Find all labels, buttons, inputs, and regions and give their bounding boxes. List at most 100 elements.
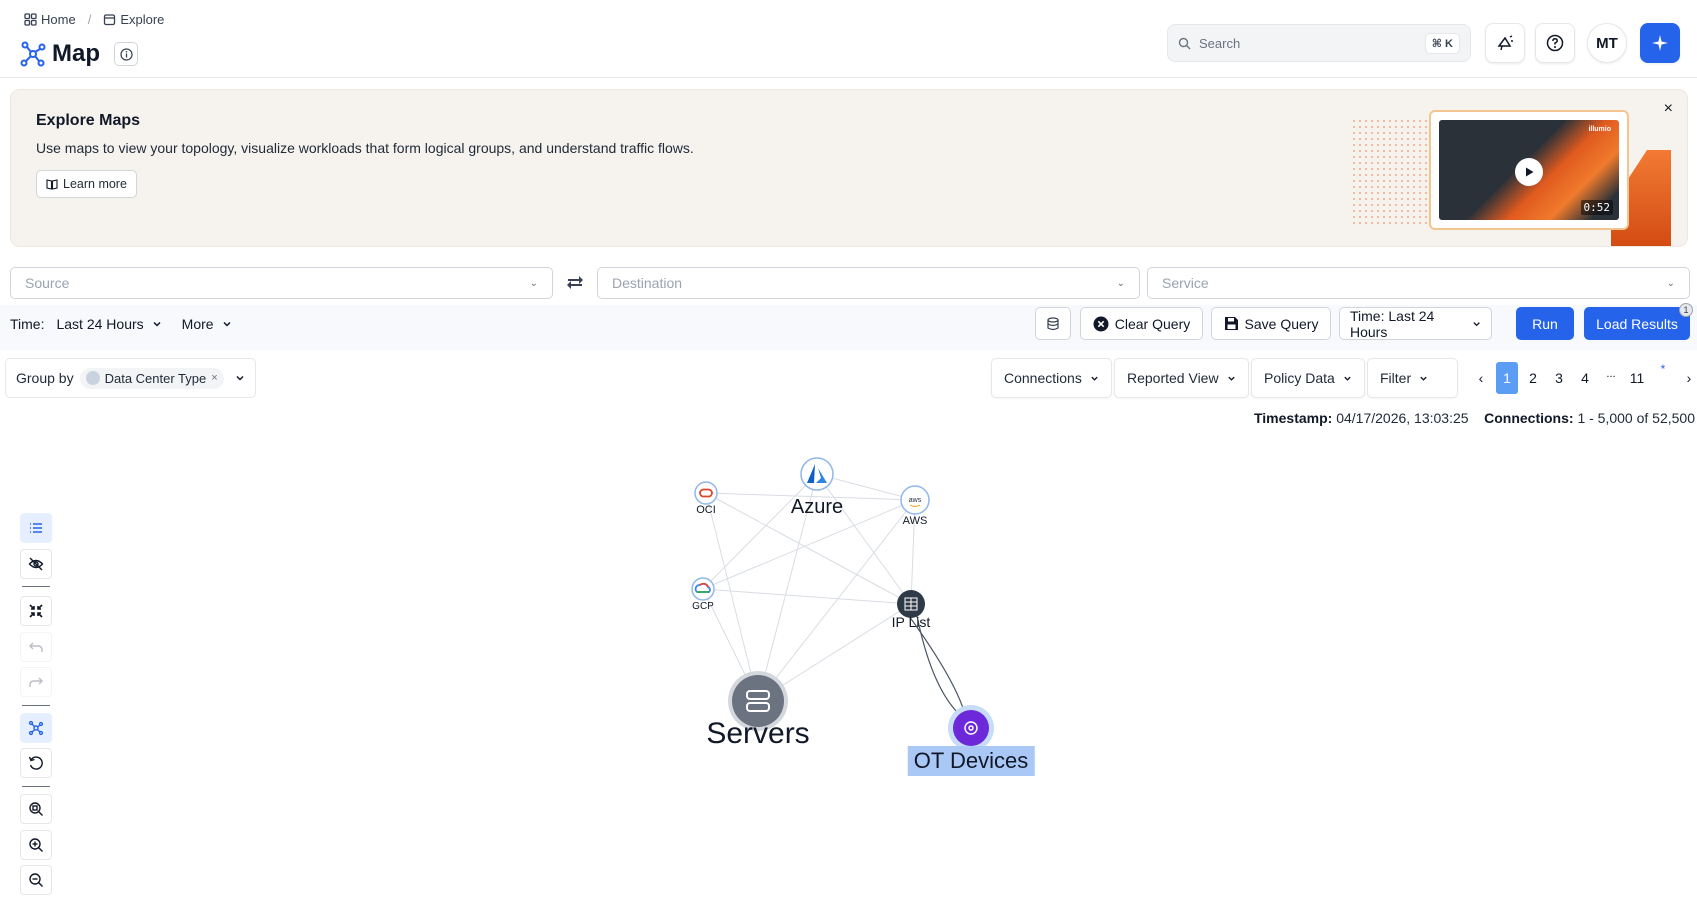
page-11[interactable]: 11 xyxy=(1626,362,1648,394)
map-node-ot[interactable] xyxy=(948,705,994,751)
aws-glyph: aws xyxy=(909,497,922,504)
reported-view-dropdown[interactable]: Reported View xyxy=(1114,358,1249,398)
chevron-down-icon: ⌄ xyxy=(1116,277,1125,289)
explore-maps-banner: Explore Maps Use maps to view your topol… xyxy=(10,89,1688,247)
map-edge[interactable] xyxy=(702,473,818,590)
chevron-down-icon: ⌄ xyxy=(529,277,538,289)
map-edge-ip-ot[interactable] xyxy=(916,615,958,713)
map-node-label-gcp[interactable]: GCP xyxy=(692,601,714,612)
map-node-label-ot[interactable]: OT Devices xyxy=(907,746,1035,776)
map-node-aws[interactable]: aws xyxy=(900,485,930,515)
map-edge-ip-ot[interactable] xyxy=(908,615,964,709)
policy-data-dropdown[interactable]: Policy Data xyxy=(1251,358,1365,398)
close-icon[interactable]: × xyxy=(1664,100,1673,118)
search-icon xyxy=(1178,37,1191,49)
breadcrumb: Home / Explore xyxy=(24,12,164,27)
time-filter-row: Time: Last 24 Hours More xyxy=(10,316,232,332)
load-results-label: Load Results xyxy=(1596,315,1678,332)
pagination-prev[interactable]: ‹ xyxy=(1470,362,1492,394)
time-range-value: Last 24 Hours xyxy=(56,316,144,332)
info-icon xyxy=(119,47,133,61)
map-canvas[interactable]: aws xyxy=(0,440,1697,906)
ai-assistant-button[interactable] xyxy=(1640,23,1680,63)
chip-remove-icon[interactable]: × xyxy=(211,372,217,384)
group-by-label: Group by xyxy=(16,370,74,386)
service-select[interactable]: Service ⌄ xyxy=(1147,267,1690,299)
run-button[interactable]: Run xyxy=(1516,307,1574,340)
swap-icon[interactable] xyxy=(565,272,585,297)
group-by-select[interactable]: Group by Data Center Type × xyxy=(5,358,256,398)
source-select[interactable]: Source ⌄ xyxy=(10,267,553,299)
video-thumbnail[interactable]: illumio 0:52 xyxy=(1429,110,1629,230)
load-results-badge: 1 xyxy=(1679,303,1693,317)
map-node-label-iplist[interactable]: IP List xyxy=(892,614,931,630)
learn-more-button[interactable]: Learn more xyxy=(36,170,137,198)
map-edge[interactable] xyxy=(705,492,759,702)
pagination-star: * xyxy=(1660,362,1666,376)
map-node-oci[interactable] xyxy=(694,481,718,505)
page-2[interactable]: 2 xyxy=(1522,362,1544,394)
filter-label: Filter xyxy=(1380,370,1412,386)
time-range-dropdown[interactable]: Last 24 Hours xyxy=(56,316,161,332)
connections-dropdown[interactable]: Connections xyxy=(991,358,1112,398)
breadcrumb-separator: / xyxy=(87,12,92,27)
header-divider xyxy=(0,77,1697,78)
connections-count-value: 1 - 5,000 of 52,500 xyxy=(1577,410,1695,426)
map-node-label-azure[interactable]: Azure xyxy=(791,496,843,519)
sparkle-icon xyxy=(1652,35,1668,51)
page-info-button[interactable] xyxy=(114,42,138,66)
search-input[interactable]: Search ⌘ K xyxy=(1167,24,1471,62)
timestamp-value: 04/17/2026, 13:03:25 xyxy=(1336,410,1469,426)
clear-query-label: Clear Query xyxy=(1114,315,1191,332)
map-node-label-aws[interactable]: AWS xyxy=(903,515,928,527)
time-range-button[interactable]: Time: Last 24 Hours xyxy=(1339,307,1492,340)
destination-placeholder: Destination xyxy=(612,275,683,291)
map-edge[interactable] xyxy=(816,473,912,605)
video-frame: illumio 0:52 xyxy=(1439,120,1619,220)
page-4[interactable]: 4 xyxy=(1574,362,1596,394)
book-icon xyxy=(46,179,58,190)
connections-label: Connections xyxy=(1004,370,1082,386)
clear-icon xyxy=(1093,316,1109,331)
megaphone-icon xyxy=(1497,35,1513,51)
source-placeholder: Source xyxy=(25,275,70,291)
connections-count-label: Connections: xyxy=(1484,410,1574,426)
group-by-chip: Data Center Type × xyxy=(79,367,224,389)
map-icon xyxy=(20,41,46,67)
map-edge[interactable] xyxy=(702,588,912,605)
more-dropdown[interactable]: More xyxy=(182,316,232,332)
more-label: More xyxy=(181,316,214,332)
pagination: ‹ 1 2 3 4 ... 11 * › xyxy=(1470,362,1697,394)
map-node-azure[interactable] xyxy=(800,457,834,491)
page-title: Map xyxy=(52,40,100,67)
help-button[interactable] xyxy=(1535,23,1575,63)
map-edge[interactable] xyxy=(757,499,916,702)
reported-view-label: Reported View xyxy=(1127,370,1219,386)
chevron-down-icon xyxy=(1473,321,1480,326)
map-node-label-oci[interactable]: OCI xyxy=(696,504,716,516)
load-results-button[interactable]: Load Results 1 xyxy=(1584,303,1693,340)
chevron-down-icon xyxy=(153,321,161,327)
filter-dropdown[interactable]: Filter xyxy=(1367,358,1458,398)
breadcrumb-explore-label: Explore xyxy=(120,12,165,27)
play-icon[interactable] xyxy=(1515,158,1543,186)
timestamp-label: Timestamp: xyxy=(1253,410,1333,426)
destination-select[interactable]: Destination ⌄ xyxy=(597,267,1140,299)
grid-icon xyxy=(24,13,37,26)
page-1[interactable]: 1 xyxy=(1496,362,1518,394)
map-node-label-servers[interactable]: Servers xyxy=(706,717,809,751)
map-node-gcp[interactable] xyxy=(691,577,715,601)
group-by-chip-label: Data Center Type xyxy=(104,370,207,386)
whats-new-button[interactable] xyxy=(1485,23,1525,63)
database-button[interactable] xyxy=(1035,307,1071,340)
pagination-next[interactable]: › xyxy=(1678,362,1697,394)
breadcrumb-explore[interactable]: Explore xyxy=(103,12,164,27)
topology-map[interactable]: aws Azure OCI AWS GCP IP List Servers OT Devic… xyxy=(0,440,1697,906)
save-query-button[interactable]: Save Query xyxy=(1211,307,1331,340)
clear-query-button[interactable]: Clear Query xyxy=(1080,307,1203,340)
page-3[interactable]: 3 xyxy=(1548,362,1570,394)
help-icon xyxy=(1546,34,1564,52)
user-avatar[interactable]: MT xyxy=(1587,23,1627,63)
breadcrumb-home[interactable]: Home xyxy=(24,12,76,27)
calendar-icon xyxy=(104,14,116,26)
